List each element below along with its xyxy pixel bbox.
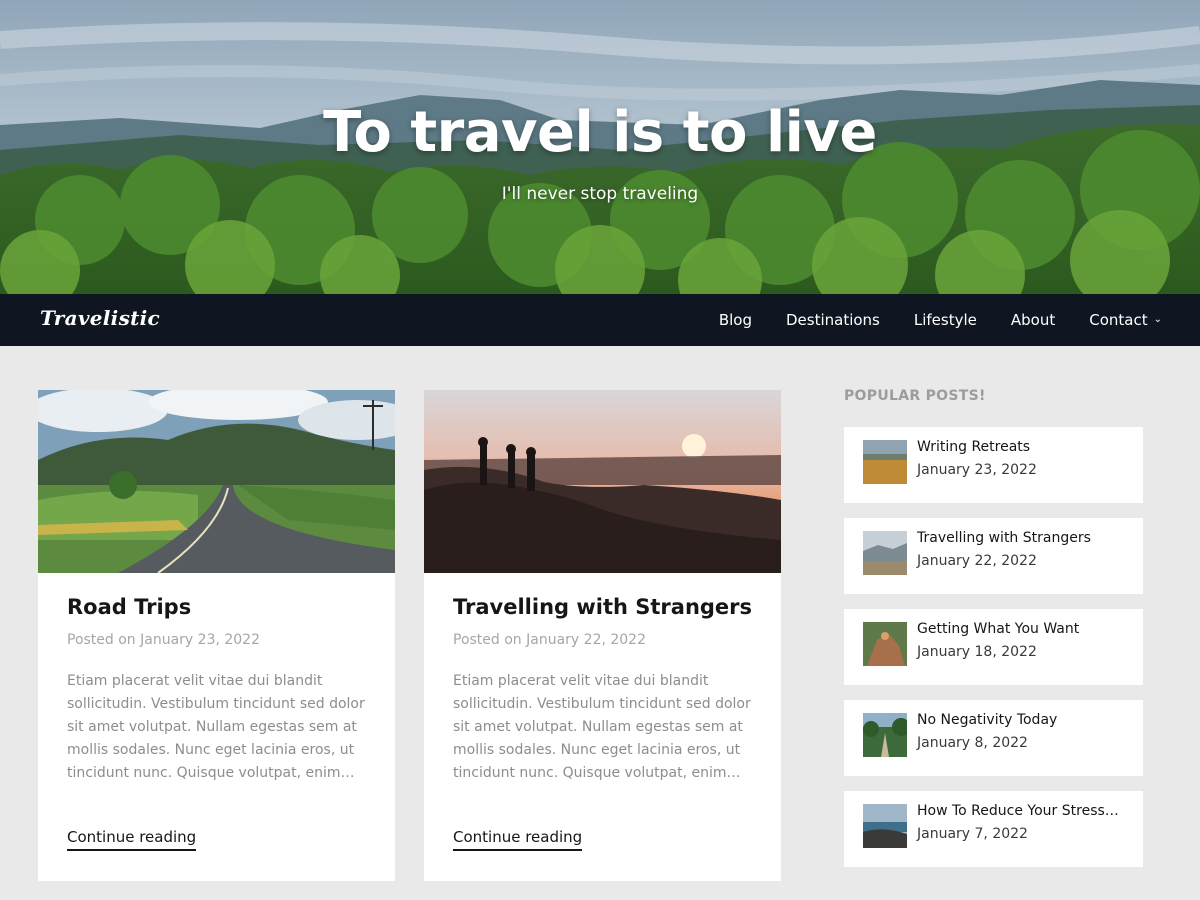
popular-post-title: No Negativity Today [917, 712, 1058, 728]
popular-post-date: January 22, 2022 [917, 553, 1037, 569]
popular-post-item[interactable]: Getting What You Want January 18, 2022 [844, 609, 1143, 685]
post-date: Posted on January 23, 2022 [67, 632, 260, 648]
post-card: Road Trips Posted on January 23, 2022 Et… [38, 390, 395, 881]
chevron-down-icon: ⌄ [1153, 314, 1162, 325]
popular-post-item[interactable]: No Negativity Today January 8, 2022 [844, 700, 1143, 776]
post-title[interactable]: Road Trips [67, 595, 191, 619]
post-card: Travelling with Strangers Posted on Janu… [424, 390, 781, 881]
nav-item-contact[interactable]: Contact ⌄ [1089, 311, 1162, 329]
popular-post-date: January 8, 2022 [917, 735, 1028, 751]
continue-reading-link[interactable]: Continue reading [453, 828, 583, 851]
continue-reading-link[interactable]: Continue reading [67, 828, 197, 851]
popular-post-date: January 7, 2022 [917, 826, 1028, 842]
hero-banner: To travel is to live I'll never stop tra… [0, 0, 1200, 295]
popular-post-thumbnail [863, 713, 907, 757]
popular-post-date: January 23, 2022 [917, 462, 1037, 478]
popular-post-title: How To Reduce Your Stress… [917, 803, 1119, 819]
main-navbar: Travelistic Blog Destinations Lifestyle … [0, 294, 1200, 346]
popular-post-thumbnail [863, 440, 907, 484]
nav-item-blog[interactable]: Blog [719, 311, 752, 329]
nav-menu: Blog Destinations Lifestyle About Contac… [719, 294, 1162, 346]
popular-post-item[interactable]: Travelling with Strangers January 22, 20… [844, 518, 1143, 594]
popular-post-item[interactable]: How To Reduce Your Stress… January 7, 20… [844, 791, 1143, 867]
post-excerpt: Etiam placerat velit vitae dui blandit s… [453, 673, 751, 781]
nav-item-label: Destinations [785, 311, 880, 329]
site-logo[interactable]: Travelistic [40, 306, 160, 330]
popular-post-date: January 18, 2022 [917, 644, 1037, 660]
post-excerpt: Etiam placerat velit vitae dui blandit s… [67, 673, 365, 781]
popular-post-item[interactable]: Writing Retreats January 23, 2022 [844, 427, 1143, 503]
post-date: Posted on January 22, 2022 [453, 632, 646, 648]
hero-subtitle: I'll never stop traveling [501, 184, 699, 204]
nav-item-label: Contact [1089, 311, 1148, 329]
nav-item-destinations[interactable]: Destinations [786, 311, 880, 329]
post-thumbnail-sunset[interactable] [424, 390, 781, 573]
popular-post-title: Writing Retreats [917, 439, 1031, 455]
nav-item-label: Lifestyle [913, 311, 977, 329]
nav-item-label: About [1010, 311, 1056, 329]
popular-post-thumbnail [863, 622, 907, 666]
post-thumbnail-road[interactable] [38, 390, 395, 573]
hero-title: To travel is to live [323, 100, 877, 165]
nav-item-lifestyle[interactable]: Lifestyle [914, 311, 977, 329]
popular-post-title: Getting What You Want [917, 621, 1080, 637]
nav-item-about[interactable]: About [1011, 311, 1055, 329]
popular-post-title: Travelling with Strangers [917, 530, 1091, 546]
nav-item-label: Blog [718, 311, 752, 329]
popular-post-thumbnail [863, 804, 907, 848]
post-title[interactable]: Travelling with Strangers [453, 595, 752, 619]
popular-post-thumbnail [863, 531, 907, 575]
popular-posts-heading: POPULAR POSTS! [844, 388, 986, 404]
